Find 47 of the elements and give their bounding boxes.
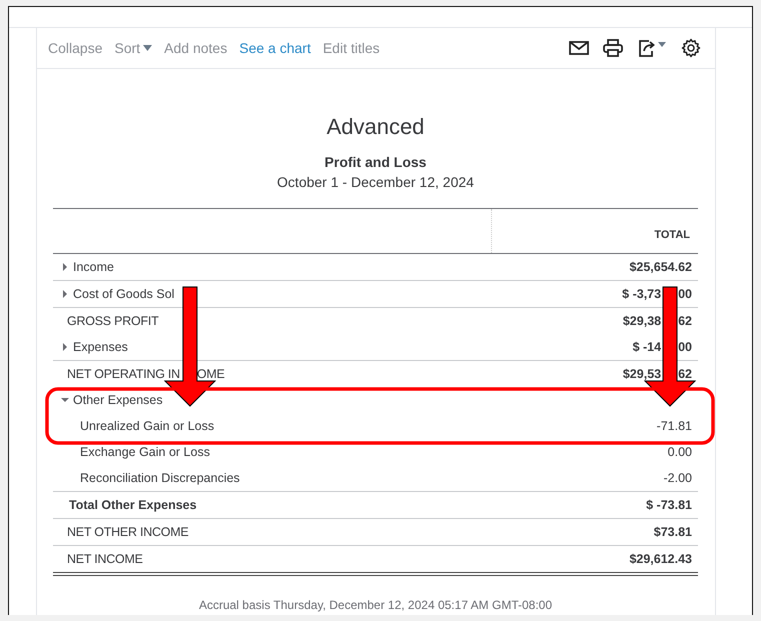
row-label: Total Other Expenses <box>69 498 197 512</box>
toolbar-link[interactable]: Collapse <box>48 40 102 56</box>
row-amount: -71.81 <box>656 419 692 433</box>
row-amount: 00 <box>678 340 692 354</box>
row-amount: $29,612.43 <box>629 552 692 566</box>
row-label: Exchange Gain or Loss <box>80 445 210 459</box>
row-amount: -2.00 <box>664 471 692 485</box>
row-amount: $ -14 <box>632 340 662 354</box>
column-header: TOTAL <box>491 208 698 254</box>
caret-icon <box>143 45 152 51</box>
print-icon[interactable] <box>603 39 623 57</box>
row-label: Income <box>73 260 114 274</box>
collapsed-caret-icon[interactable] <box>61 343 69 351</box>
sort-menu[interactable]: Sort <box>114 40 152 56</box>
row-amount: 0.00 <box>668 445 692 459</box>
row-label: NET INCOME <box>67 552 143 566</box>
company-name: Advanced <box>326 113 424 141</box>
row-amount: 00 <box>678 287 692 301</box>
row-amount: $73.81 <box>654 525 692 539</box>
chart-link[interactable]: See a chart <box>239 40 311 56</box>
report-footer: Accrual basis Thursday, December 12, 2024 05:17 AM GMT-08:00 <box>53 598 698 612</box>
row-label: Unrealized Gain or Loss <box>80 419 214 433</box>
row-label: NET OTHER INCOME <box>67 525 188 539</box>
mail-icon[interactable] <box>569 41 589 55</box>
row-label: Reconciliation Discrepancies <box>80 471 240 485</box>
row-label: Expenses <box>73 340 128 354</box>
report-period: October 1 - December 12, 2024 <box>277 173 474 192</box>
row-amount: $29,38 <box>622 314 662 328</box>
row-amount: 62 <box>678 314 692 328</box>
row-label: NET OPERATING IN <box>67 367 180 381</box>
report-title: Profit and Loss <box>324 153 426 171</box>
collapsed-caret-icon[interactable] <box>61 263 69 271</box>
collapsed-caret-icon[interactable] <box>61 290 69 298</box>
toolbar-link[interactable]: Add notes <box>164 40 228 56</box>
row-label: Cost of Goods Sol <box>73 287 174 301</box>
row-amount: 62 <box>678 367 692 381</box>
toolbar-link[interactable]: Edit titles <box>322 40 380 56</box>
row-label: GROSS PROFIT <box>67 314 158 328</box>
row-amount: $ -73.81 <box>646 498 692 512</box>
expanded-caret-icon[interactable] <box>61 396 69 404</box>
export-icon[interactable] <box>637 39 667 57</box>
row-amount: $25,654.62 <box>629 260 692 274</box>
row-label: OME <box>196 367 225 381</box>
row-label: Other Expenses <box>73 393 163 407</box>
row-amount: $29,53 <box>622 367 662 381</box>
settings-icon[interactable] <box>681 38 701 58</box>
row-amount: $ -3,73 <box>622 287 662 301</box>
